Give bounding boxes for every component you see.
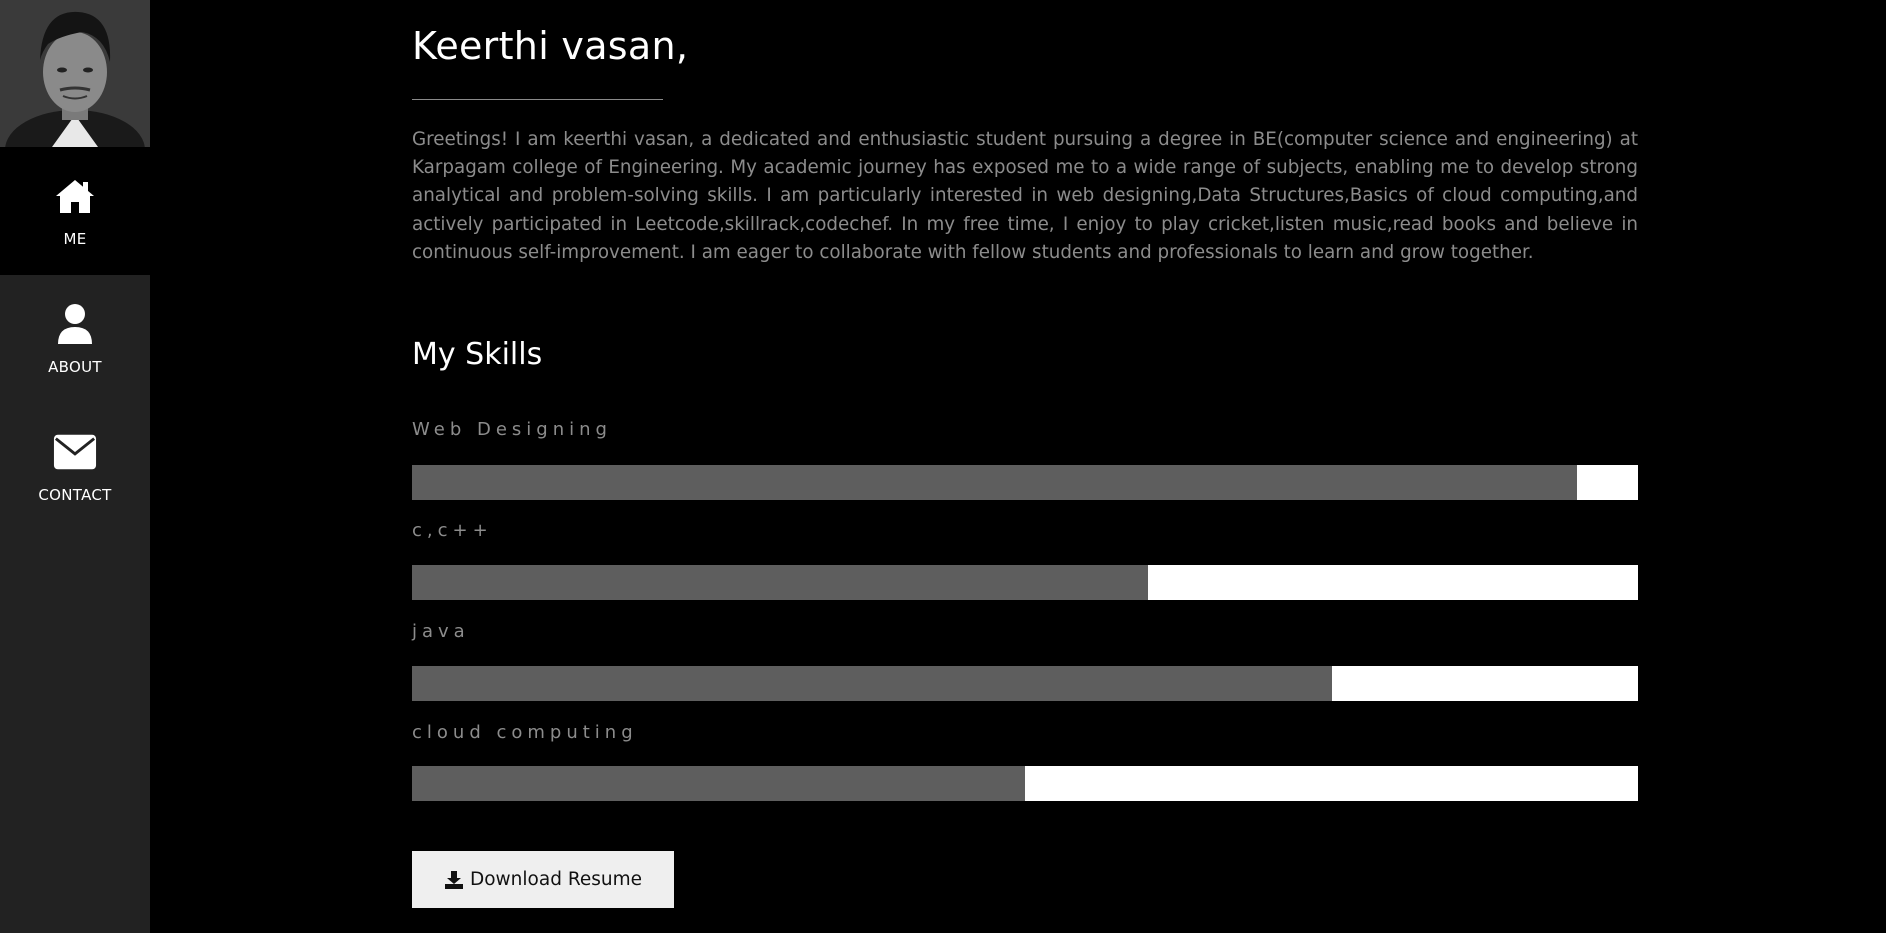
envelope-icon (53, 430, 97, 474)
download-icon (444, 870, 464, 889)
sidebar: ME ABOUT CONTACT (0, 0, 150, 933)
skill-label-c-cpp: c,c++ (412, 520, 493, 541)
skill-bar-c-cpp (412, 565, 1638, 600)
download-resume-label: Download Resume (469, 869, 642, 890)
skill-bar-web-designing (412, 465, 1638, 500)
title-divider (412, 99, 663, 100)
skill-label-java: java (412, 621, 470, 642)
nav-label-me: ME (63, 230, 87, 248)
skill-bar-fill (412, 565, 1148, 600)
skill-bar-cloud-computing (412, 766, 1638, 801)
user-icon (53, 302, 97, 346)
nav-item-contact[interactable]: CONTACT (0, 403, 150, 531)
home-icon (53, 174, 97, 218)
skill-label-web-designing: Web Designing (412, 419, 612, 440)
skill-bar-fill (412, 465, 1577, 500)
nav-label-about: ABOUT (48, 358, 102, 376)
skill-bar-fill (412, 766, 1025, 801)
bio-paragraph: Greetings! I am keerthi vasan, a dedicat… (412, 129, 1638, 263)
skills-heading: My Skills (412, 337, 543, 372)
nav-item-about[interactable]: ABOUT (0, 275, 150, 403)
page-title: Keerthi vasan, (412, 24, 689, 68)
skill-label-cloud-computing: cloud computing (412, 722, 638, 743)
nav-label-contact: CONTACT (38, 486, 112, 504)
avatar (0, 0, 150, 147)
nav-item-me[interactable]: ME (0, 147, 150, 275)
download-resume-button[interactable]: Download Resume (412, 851, 674, 908)
skill-bar-java (412, 666, 1638, 701)
skill-bar-fill (412, 666, 1332, 701)
